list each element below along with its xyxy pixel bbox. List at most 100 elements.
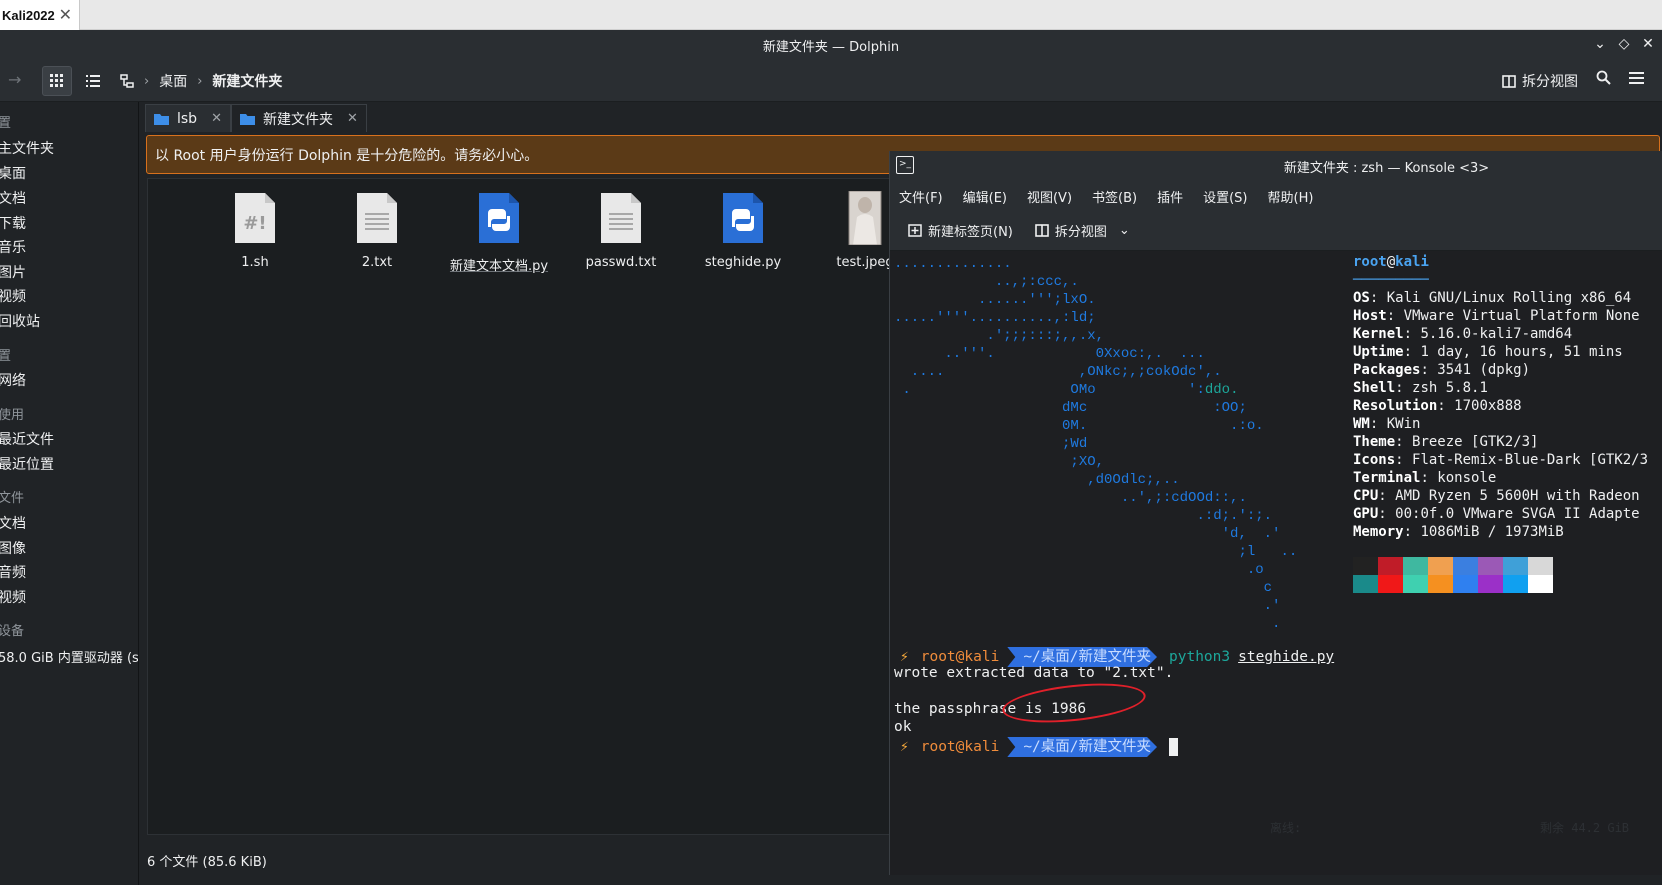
file-name: 新建文本文档.py (449, 259, 549, 274)
tree-view-button[interactable] (112, 66, 142, 96)
chevron-down-icon[interactable]: ⌄ (1119, 223, 1130, 238)
prompt-user: root@kali (920, 649, 1000, 665)
info-key: Shell (1353, 380, 1396, 396)
menu-item-plugins[interactable]: 插件 (1157, 187, 1183, 206)
menu-item-settings[interactable]: 设置(S) (1203, 187, 1247, 206)
breadcrumb-item[interactable]: 新建文件夹 (212, 71, 282, 91)
titlebar: 新建文件夹 — Dolphin ⌄ ◇ ✕ (0, 30, 1662, 60)
output-line: ok (894, 719, 912, 735)
split-view-label: 拆分视图 (1054, 225, 1107, 240)
palette-swatch (1378, 557, 1403, 575)
sidebar-item-music[interactable]: 音乐 (0, 237, 26, 257)
sidebar-item-pictures[interactable]: 图片 (0, 262, 26, 282)
icons-view-button[interactable] (42, 66, 72, 96)
file-item[interactable]: 2.txt (322, 191, 432, 270)
info-value: Kali GNU/Linux Rolling x86_64 (1386, 290, 1632, 306)
new-tab-button[interactable]: 新建标签页(N) (908, 221, 1013, 240)
breadcrumb-item[interactable]: 桌面 (159, 71, 187, 91)
search-icon[interactable] (1596, 70, 1611, 89)
file-item[interactable]: steghide.py (688, 191, 798, 270)
sidebar-item-search-documents[interactable]: 文档 (0, 513, 26, 533)
file-item[interactable]: 新建文本文档.py (444, 191, 554, 274)
prompt-user: root@kali (920, 739, 1000, 755)
sidebar-item-documents[interactable]: 文档 (0, 188, 26, 208)
info-value: 5.16.0-kali7-amd64 (1420, 326, 1573, 342)
palette-swatch (1478, 557, 1503, 575)
new-tab-icon (908, 224, 922, 237)
prompt-path: ~/桌面/新建文件夹 (1007, 737, 1157, 757)
sidebar-item-search-images[interactable]: 图像 (0, 538, 26, 558)
palette-swatch (1403, 575, 1428, 593)
menu-item-bookmarks[interactable]: 书签(B) (1092, 187, 1137, 206)
close-icon[interactable]: ✕ (347, 111, 358, 126)
menu-item-help[interactable]: 帮助(H) (1268, 187, 1314, 206)
vm-tab[interactable]: Kali2022 ✕ (0, 0, 80, 30)
palette-swatch (1503, 575, 1528, 593)
palette-swatch (1353, 575, 1378, 593)
vm-tab-strip: Kali2022 ✕ (0, 0, 1662, 30)
terminal-area[interactable]: .............. ..,;:ccc,. ......''';lxO.… (890, 251, 1662, 875)
file-name: 2.txt (361, 255, 393, 270)
maximize-icon[interactable]: ◇ (1616, 35, 1632, 53)
text-file-icon (357, 193, 397, 243)
file-item[interactable]: passwd.txt (566, 191, 676, 270)
color-palette (1353, 557, 1553, 593)
info-key: Kernel (1353, 326, 1404, 342)
file-name: 1.sh (241, 255, 269, 270)
forward-icon[interactable]: → (8, 70, 21, 89)
konsole-toolbar: 新建标签页(N) 拆分视图 ⌄ (890, 211, 1662, 251)
palette-swatch (1428, 557, 1453, 575)
sidebar-item-drive[interactable]: 58.0 GiB 内置驱动器 (s... (0, 647, 138, 666)
palette-swatch (1378, 575, 1403, 593)
info-key: Packages (1353, 362, 1421, 378)
info-value: 00:0f.0 VMware SVGA II Adapte (1395, 506, 1640, 522)
close-icon[interactable]: ✕ (1640, 35, 1656, 53)
info-value: 1086MiB / 1973MiB (1420, 524, 1564, 540)
tab-label: 新建文件夹 (262, 111, 333, 128)
file-item[interactable]: #! 1.sh (200, 191, 310, 270)
info-key: GPU (1353, 506, 1379, 522)
split-view-button[interactable]: 拆分视图 ⌄ (1035, 221, 1130, 240)
palette-swatch (1478, 575, 1503, 593)
breadcrumb: › 桌面 › 新建文件夹 (144, 71, 282, 91)
vm-tab-label: Kali2022 (2, 7, 55, 23)
sidebar-item-home[interactable]: 主文件夹 (0, 138, 54, 158)
split-view-label: 拆分视图 (1522, 74, 1578, 90)
close-icon[interactable]: ✕ (211, 111, 222, 126)
hamburger-menu-icon[interactable] (1629, 70, 1644, 89)
sidebar-item-recent-files[interactable]: 最近文件 (0, 429, 54, 449)
tab-lsb[interactable]: lsb ✕ (145, 104, 231, 132)
sidebar-item-network[interactable]: 网络 (0, 370, 26, 390)
info-key: CPU (1353, 488, 1379, 504)
menu-item-edit[interactable]: 编辑(E) (963, 187, 1007, 206)
info-value: konsole (1437, 470, 1497, 486)
tree-icon (120, 74, 134, 88)
menu-item-file[interactable]: 文件(F) (899, 187, 943, 206)
sidebar-item-videos[interactable]: 视频 (0, 286, 26, 306)
sidebar-item-search-audio[interactable]: 音频 (0, 562, 26, 582)
sidebar-item-search-video[interactable]: 视频 (0, 587, 26, 607)
info-value: zsh 5.8.1 (1412, 380, 1488, 396)
details-view-button[interactable] (78, 66, 108, 96)
command-arg[interactable]: steghide.py (1238, 649, 1334, 665)
tab-new-folder[interactable]: 新建文件夹 ✕ (230, 104, 367, 132)
close-icon[interactable]: ✕ (59, 5, 72, 24)
split-view-button[interactable]: 拆分视图 (1502, 71, 1578, 91)
info-at: @ (1386, 254, 1396, 270)
terminal-icon: >_ (896, 156, 914, 174)
tab-bar: lsb ✕ 新建文件夹 ✕ (145, 104, 367, 132)
minimize-icon[interactable]: ⌄ (1592, 35, 1608, 53)
window-controls: ⌄ ◇ ✕ (1592, 35, 1656, 53)
sidebar-item-recent-locations[interactable]: 最近位置 (0, 454, 54, 474)
info-value: VMware Virtual Platform None (1403, 308, 1640, 324)
toolbar: → › 桌面 › 新建文件夹 拆分视图 (0, 60, 1662, 102)
info-key: WM (1353, 416, 1370, 432)
list-icon (86, 75, 100, 87)
output-line: wrote extracted data to "2.txt". (894, 665, 1174, 681)
sidebar-item-desktop[interactable]: 桌面 (0, 163, 26, 183)
info-value: Breeze [GTK2/3] (1412, 434, 1539, 450)
prompt-line: ⚡ root@kali ~/桌面/新建文件夹 (894, 737, 1179, 757)
sidebar-item-downloads[interactable]: 下载 (0, 213, 26, 233)
sidebar-item-trash[interactable]: 回收站 (0, 311, 40, 331)
menu-item-view[interactable]: 视图(V) (1027, 187, 1072, 206)
